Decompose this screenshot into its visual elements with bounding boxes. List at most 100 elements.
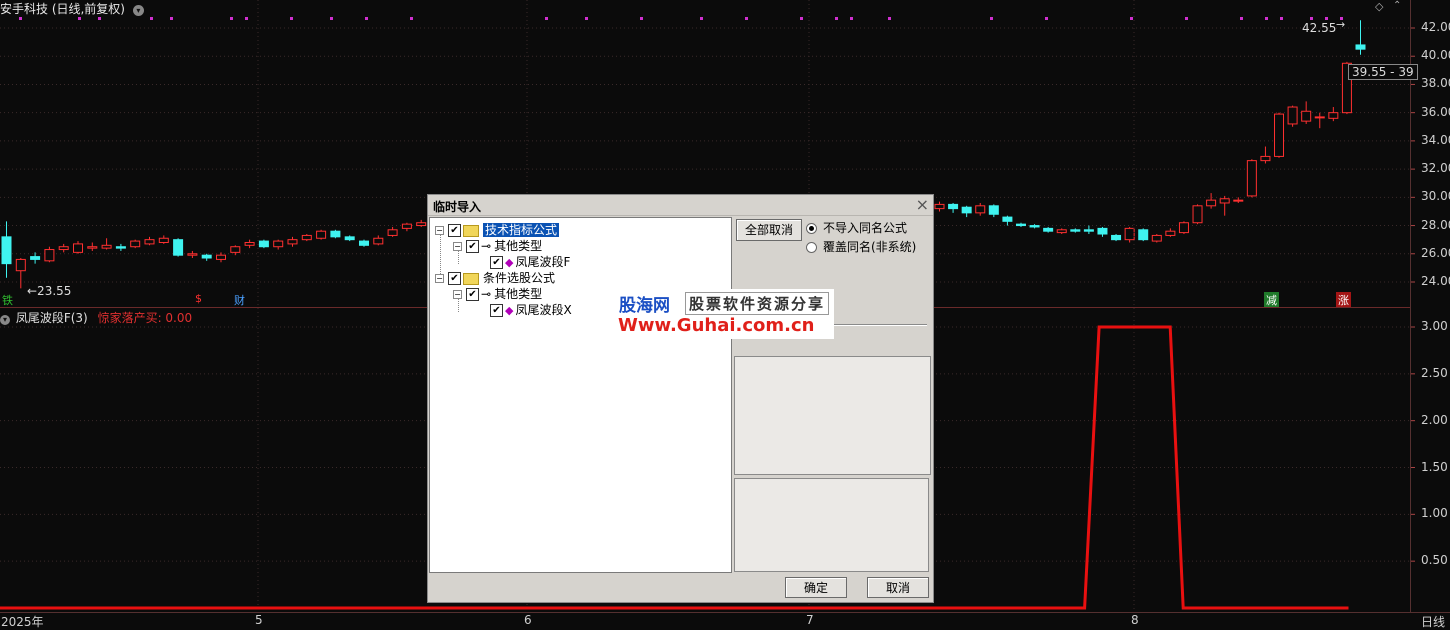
radio-button[interactable]: [806, 223, 817, 234]
candle: [1192, 204, 1203, 225]
scroll-up-icon[interactable]: ⌃: [1393, 0, 1401, 11]
candle: [934, 201, 945, 212]
folder-icon: [463, 272, 479, 285]
candle-body: [1124, 227, 1135, 241]
event-marker[interactable]: 涨: [1336, 292, 1351, 308]
candle: [1233, 197, 1244, 203]
radio-overwrite-duplicate[interactable]: 覆盖同名(非系统): [806, 238, 916, 255]
candle: [988, 204, 999, 218]
formula-tree[interactable]: − ✔ 技术指标公式 − ✔ ⊸ 其他类型 ✔ ◆ 凤尾波段F − ✔ 条件选股公式 − ✔ ⊸ 其他类…: [429, 217, 732, 573]
event-marker[interactable]: 铁: [0, 292, 15, 308]
candle: [359, 239, 369, 247]
period-label[interactable]: 日线: [1421, 613, 1445, 630]
import-dialog: 临时导入 × − ✔ 技术指标公式 − ✔ ⊸ 其他类型 ✔ ◆ 凤尾波段F − ✔ 条件选股公式…: [427, 194, 934, 603]
ma-dot: [700, 17, 703, 20]
candle: [1274, 112, 1285, 158]
candle-body: [1355, 44, 1366, 50]
candle-body: [1015, 223, 1026, 227]
candle-body: [173, 239, 184, 256]
collapse-icon[interactable]: ▾: [0, 315, 10, 325]
candle-body: [1029, 225, 1040, 228]
dialog-titlebar[interactable]: 临时导入 ×: [428, 195, 933, 216]
checkbox[interactable]: ✔: [490, 256, 503, 269]
collapse-toggle-icon[interactable]: −: [453, 242, 462, 251]
event-marker[interactable]: 财: [232, 292, 247, 308]
tree-node-label: 技术指标公式: [483, 223, 560, 237]
candle-body: [1274, 113, 1285, 157]
candle: [1, 221, 12, 278]
ma-dot: [640, 17, 643, 20]
formula-gem-icon: ◆: [505, 256, 514, 269]
indicator-tick-label: 0.50: [1421, 553, 1448, 568]
dialog-title: 临时导入: [433, 200, 482, 214]
ok-button[interactable]: 确定: [785, 577, 847, 598]
tree-node-other-type[interactable]: − ✔ ⊸ 其他类型: [453, 237, 542, 253]
close-icon[interactable]: ×: [916, 195, 929, 214]
candle: [1219, 195, 1230, 216]
ma-dot: [1325, 17, 1328, 20]
tree-node-formula-f[interactable]: ✔ ◆ 凤尾波段F: [490, 253, 570, 269]
checkbox[interactable]: ✔: [466, 288, 479, 301]
candle-body: [961, 206, 972, 214]
price-tick-label: 32.00: [1421, 161, 1450, 176]
checkbox[interactable]: ✔: [466, 240, 479, 253]
tree-node-other-type[interactable]: − ✔ ⊸ 其他类型: [453, 285, 542, 301]
candle-body: [1151, 234, 1162, 242]
candle-body: [330, 230, 341, 238]
candle: [130, 239, 141, 249]
candle-body: [1083, 229, 1094, 232]
candle: [344, 235, 355, 242]
candle: [416, 219, 427, 227]
candle-body: [87, 246, 98, 249]
candle-body: [15, 258, 26, 272]
cancel-button[interactable]: 取消: [867, 577, 929, 598]
arrow-icon: →: [1336, 18, 1346, 31]
ma-dot: [170, 17, 173, 20]
dropdown-icon[interactable]: ▾: [132, 5, 144, 16]
low-price-label: ←23.55: [27, 284, 72, 298]
price-tick-label: 30.00: [1421, 189, 1450, 204]
event-marker[interactable]: 减: [1264, 292, 1279, 308]
ma-dot: [230, 17, 233, 20]
candle-body: [344, 236, 355, 241]
diamond-icon[interactable]: ◇: [1375, 0, 1383, 13]
candle: [301, 234, 312, 242]
candle: [387, 226, 398, 237]
key-icon: ⊸: [481, 287, 492, 301]
candle-body: [988, 205, 999, 215]
ma-dot: [365, 17, 368, 20]
radio-button[interactable]: [806, 242, 817, 253]
candle: [1301, 101, 1312, 124]
tree-node-label: 其他类型: [494, 287, 543, 301]
candle-body: [1, 236, 12, 265]
price-tick-label: 34.00: [1421, 132, 1450, 147]
checkbox[interactable]: ✔: [448, 224, 461, 237]
tree-node-formula-x[interactable]: ✔ ◆ 凤尾波段X: [490, 301, 572, 317]
indicator-tick-label: 1.00: [1421, 506, 1448, 521]
price-tick-label: 24.00: [1421, 274, 1450, 288]
cancel-all-button[interactable]: 全部取消: [736, 219, 802, 241]
candle-body: [58, 246, 69, 251]
candle: [1015, 222, 1026, 227]
candle: [948, 202, 959, 213]
checkbox[interactable]: ✔: [490, 304, 503, 317]
tree-node-label: 条件选股公式: [483, 271, 556, 285]
tree-node-stock-filter-formulas[interactable]: − ✔ 条件选股公式: [435, 269, 555, 285]
candle-body: [1070, 229, 1081, 232]
candle-body: [1219, 198, 1230, 204]
collapse-toggle-icon[interactable]: −: [453, 290, 462, 299]
radio-no-import-duplicate[interactable]: 不导入同名公式: [806, 219, 907, 236]
candle: [1029, 224, 1040, 229]
collapse-toggle-icon[interactable]: −: [435, 226, 444, 235]
tree-node-indicator-formulas[interactable]: − ✔ 技术指标公式: [435, 221, 560, 237]
ma-dot: [19, 17, 22, 20]
candle-body: [273, 240, 284, 248]
ma-dot: [1045, 17, 1048, 20]
event-marker[interactable]: $: [193, 292, 204, 305]
ma-dot: [585, 17, 588, 20]
checkbox[interactable]: ✔: [448, 272, 461, 285]
candle-body: [258, 240, 269, 248]
candle: [73, 241, 83, 254]
collapse-toggle-icon[interactable]: −: [435, 274, 444, 283]
candle-body: [1165, 230, 1176, 236]
